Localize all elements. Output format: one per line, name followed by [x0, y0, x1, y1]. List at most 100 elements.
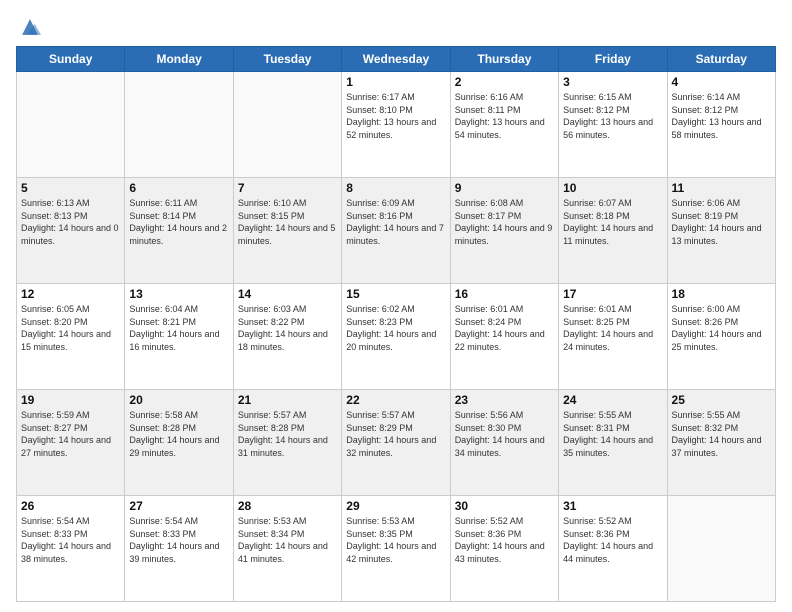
- calendar-week-row: 26Sunrise: 5:54 AMSunset: 8:33 PMDayligh…: [17, 496, 776, 602]
- calendar-cell: 20 Sunrise: 5:58 AMSunset: 8:28 PMDayligh…: [125, 390, 233, 496]
- calendar-cell: 15 Sunrise: 6:02 AMSunset: 8:23 PMDayligh…: [342, 284, 450, 390]
- day-info: Sunrise: 5:53 AMSunset: 8:35 PMDaylight:…: [346, 515, 445, 565]
- calendar-cell: 22Sunrise: 5:57 AMSunset: 8:29 PMDayligh…: [342, 390, 450, 496]
- day-info: Sunrise: 6:02 AMSunset: 8:23 PMDaylight:…: [346, 303, 445, 353]
- calendar-cell: 13 Sunrise: 6:04 AMSunset: 8:21 PMDayligh…: [125, 284, 233, 390]
- day-info: Sunrise: 6:04 AMSunset: 8:21 PMDaylight:…: [129, 303, 228, 353]
- calendar-cell: 2 Sunrise: 6:16 AMSunset: 8:11 PMDaylight…: [450, 72, 558, 178]
- day-info: Sunrise: 6:09 AMSunset: 8:16 PMDaylight:…: [346, 197, 445, 247]
- calendar-cell: 11 Sunrise: 6:06 AMSunset: 8:19 PMDayligh…: [667, 178, 775, 284]
- calendar-cell: 6Sunrise: 6:11 AMSunset: 8:14 PMDaylight…: [125, 178, 233, 284]
- calendar-cell: 23 Sunrise: 5:56 AMSunset: 8:30 PMDayligh…: [450, 390, 558, 496]
- day-number: 24: [563, 393, 662, 407]
- calendar-cell: 12 Sunrise: 6:05 AMSunset: 8:20 PMDayligh…: [17, 284, 125, 390]
- calendar-week-row: 19 Sunrise: 5:59 AMSunset: 8:27 PMDayligh…: [17, 390, 776, 496]
- calendar-week-row: 1 Sunrise: 6:17 AMSunset: 8:10 PMDaylight…: [17, 72, 776, 178]
- calendar-cell: 26Sunrise: 5:54 AMSunset: 8:33 PMDayligh…: [17, 496, 125, 602]
- calendar-cell: 27Sunrise: 5:54 AMSunset: 8:33 PMDayligh…: [125, 496, 233, 602]
- calendar-cell: 7 Sunrise: 6:10 AMSunset: 8:15 PMDaylight…: [233, 178, 341, 284]
- day-number: 20: [129, 393, 228, 407]
- calendar-cell: 25 Sunrise: 5:55 AMSunset: 8:32 PMDayligh…: [667, 390, 775, 496]
- header: [16, 12, 776, 38]
- day-number: 11: [672, 181, 771, 195]
- calendar-cell: 21 Sunrise: 5:57 AMSunset: 8:28 PMDayligh…: [233, 390, 341, 496]
- calendar-cell: [125, 72, 233, 178]
- day-number: 19: [21, 393, 120, 407]
- calendar-header-row: SundayMondayTuesdayWednesdayThursdayFrid…: [17, 47, 776, 72]
- day-number: 9: [455, 181, 554, 195]
- day-number: 10: [563, 181, 662, 195]
- calendar-cell: [17, 72, 125, 178]
- day-number: 27: [129, 499, 228, 513]
- calendar-cell: 28Sunrise: 5:53 AMSunset: 8:34 PMDayligh…: [233, 496, 341, 602]
- day-header-tuesday: Tuesday: [233, 47, 341, 72]
- day-number: 2: [455, 75, 554, 89]
- day-number: 3: [563, 75, 662, 89]
- day-info: Sunrise: 6:06 AMSunset: 8:19 PMDaylight:…: [672, 197, 771, 247]
- day-info: Sunrise: 6:00 AMSunset: 8:26 PMDaylight:…: [672, 303, 771, 353]
- calendar-cell: 31Sunrise: 5:52 AMSunset: 8:36 PMDayligh…: [559, 496, 667, 602]
- logo: [16, 16, 41, 38]
- day-info: Sunrise: 5:58 AMSunset: 8:28 PMDaylight:…: [129, 409, 228, 459]
- calendar-cell: 30 Sunrise: 5:52 AMSunset: 8:36 PMDayligh…: [450, 496, 558, 602]
- calendar-cell: 4Sunrise: 6:14 AMSunset: 8:12 PMDaylight…: [667, 72, 775, 178]
- calendar-cell: 14 Sunrise: 6:03 AMSunset: 8:22 PMDayligh…: [233, 284, 341, 390]
- calendar-week-row: 12 Sunrise: 6:05 AMSunset: 8:20 PMDayligh…: [17, 284, 776, 390]
- day-info: Sunrise: 6:10 AMSunset: 8:15 PMDaylight:…: [238, 197, 337, 247]
- calendar-cell: 29 Sunrise: 5:53 AMSunset: 8:35 PMDayligh…: [342, 496, 450, 602]
- day-info: Sunrise: 5:59 AMSunset: 8:27 PMDaylight:…: [21, 409, 120, 459]
- day-number: 29: [346, 499, 445, 513]
- day-header-thursday: Thursday: [450, 47, 558, 72]
- calendar-cell: 3 Sunrise: 6:15 AMSunset: 8:12 PMDaylight…: [559, 72, 667, 178]
- calendar-cell: 19 Sunrise: 5:59 AMSunset: 8:27 PMDayligh…: [17, 390, 125, 496]
- day-number: 25: [672, 393, 771, 407]
- day-info: Sunrise: 5:55 AMSunset: 8:31 PMDaylight:…: [563, 409, 662, 459]
- calendar-cell: 8 Sunrise: 6:09 AMSunset: 8:16 PMDaylight…: [342, 178, 450, 284]
- day-number: 14: [238, 287, 337, 301]
- day-number: 16: [455, 287, 554, 301]
- calendar-cell: 18Sunrise: 6:00 AMSunset: 8:26 PMDayligh…: [667, 284, 775, 390]
- day-info: Sunrise: 5:57 AMSunset: 8:28 PMDaylight:…: [238, 409, 337, 459]
- day-number: 7: [238, 181, 337, 195]
- day-info: Sunrise: 5:52 AMSunset: 8:36 PMDaylight:…: [563, 515, 662, 565]
- calendar-cell: 1 Sunrise: 6:17 AMSunset: 8:10 PMDaylight…: [342, 72, 450, 178]
- page: SundayMondayTuesdayWednesdayThursdayFrid…: [0, 0, 792, 612]
- day-info: Sunrise: 6:01 AMSunset: 8:24 PMDaylight:…: [455, 303, 554, 353]
- day-header-saturday: Saturday: [667, 47, 775, 72]
- calendar-week-row: 5 Sunrise: 6:13 AMSunset: 8:13 PMDaylight…: [17, 178, 776, 284]
- day-info: Sunrise: 6:16 AMSunset: 8:11 PMDaylight:…: [455, 91, 554, 141]
- logo-text: [16, 16, 41, 38]
- day-info: Sunrise: 5:53 AMSunset: 8:34 PMDaylight:…: [238, 515, 337, 565]
- calendar-cell: 10Sunrise: 6:07 AMSunset: 8:18 PMDayligh…: [559, 178, 667, 284]
- calendar-cell: 5 Sunrise: 6:13 AMSunset: 8:13 PMDaylight…: [17, 178, 125, 284]
- day-info: Sunrise: 6:08 AMSunset: 8:17 PMDaylight:…: [455, 197, 554, 247]
- day-info: Sunrise: 5:55 AMSunset: 8:32 PMDaylight:…: [672, 409, 771, 459]
- day-number: 30: [455, 499, 554, 513]
- calendar-cell: 9 Sunrise: 6:08 AMSunset: 8:17 PMDaylight…: [450, 178, 558, 284]
- day-info: Sunrise: 5:56 AMSunset: 8:30 PMDaylight:…: [455, 409, 554, 459]
- day-number: 23: [455, 393, 554, 407]
- day-header-monday: Monday: [125, 47, 233, 72]
- day-header-friday: Friday: [559, 47, 667, 72]
- day-number: 17: [563, 287, 662, 301]
- day-header-wednesday: Wednesday: [342, 47, 450, 72]
- day-number: 13: [129, 287, 228, 301]
- day-info: Sunrise: 6:05 AMSunset: 8:20 PMDaylight:…: [21, 303, 120, 353]
- day-number: 5: [21, 181, 120, 195]
- day-info: Sunrise: 5:52 AMSunset: 8:36 PMDaylight:…: [455, 515, 554, 565]
- day-info: Sunrise: 6:03 AMSunset: 8:22 PMDaylight:…: [238, 303, 337, 353]
- calendar-cell: 17 Sunrise: 6:01 AMSunset: 8:25 PMDayligh…: [559, 284, 667, 390]
- calendar-cell: [667, 496, 775, 602]
- day-info: Sunrise: 6:15 AMSunset: 8:12 PMDaylight:…: [563, 91, 662, 141]
- day-info: Sunrise: 6:14 AMSunset: 8:12 PMDaylight:…: [672, 91, 771, 141]
- day-info: Sunrise: 6:13 AMSunset: 8:13 PMDaylight:…: [21, 197, 120, 247]
- calendar-cell: 24 Sunrise: 5:55 AMSunset: 8:31 PMDayligh…: [559, 390, 667, 496]
- day-number: 15: [346, 287, 445, 301]
- day-number: 21: [238, 393, 337, 407]
- day-number: 12: [21, 287, 120, 301]
- day-number: 8: [346, 181, 445, 195]
- day-number: 1: [346, 75, 445, 89]
- day-info: Sunrise: 6:01 AMSunset: 8:25 PMDaylight:…: [563, 303, 662, 353]
- day-info: Sunrise: 6:17 AMSunset: 8:10 PMDaylight:…: [346, 91, 445, 141]
- day-info: Sunrise: 5:54 AMSunset: 8:33 PMDaylight:…: [21, 515, 120, 565]
